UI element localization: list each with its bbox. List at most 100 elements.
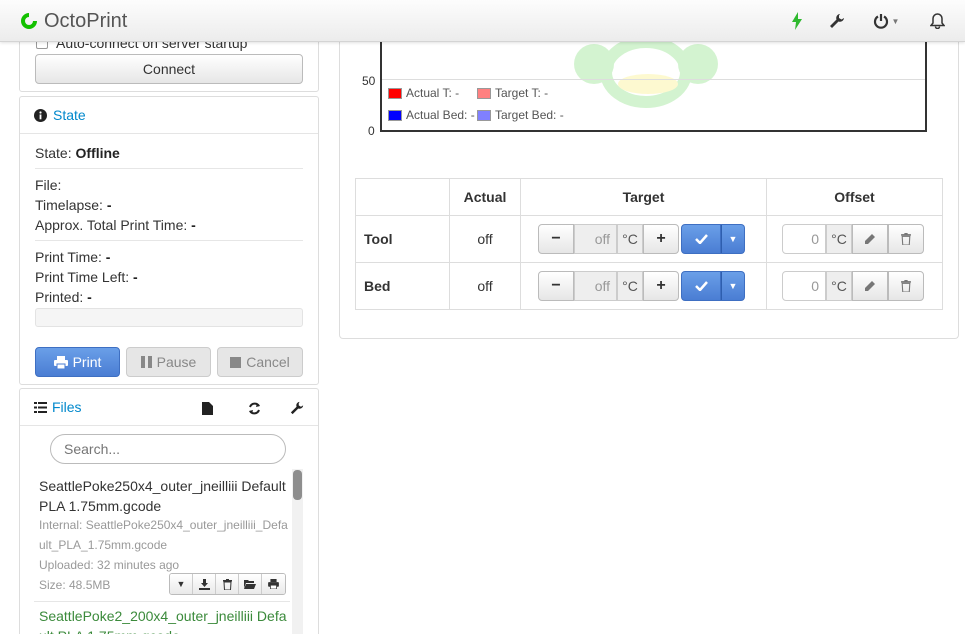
cancel-label: Cancel (246, 354, 290, 370)
pause-button[interactable]: Pause (126, 347, 211, 377)
divider (34, 601, 290, 602)
bed-target-unit: °C (617, 271, 643, 301)
bed-decrement-button[interactable]: − (538, 271, 574, 301)
state-timelapse: Timelapse: - (35, 197, 112, 213)
plus-icon: + (656, 277, 666, 294)
state-status: State: Offline (35, 145, 120, 161)
delete-file-button[interactable] (216, 574, 239, 594)
legend-target-tool: Target T: - (477, 86, 548, 100)
print-icon (53, 355, 68, 369)
download-file-button[interactable] (193, 574, 216, 594)
brand-name: OctoPrint (44, 9, 128, 32)
legend-target-bed: Target Bed: - (477, 108, 564, 122)
state-title: State (53, 107, 86, 123)
bed-target-input[interactable]: off (574, 271, 617, 301)
legend-actual-bed: Actual Bed: - (388, 108, 475, 122)
tool-set-target-button[interactable] (681, 224, 721, 254)
wrench-icon[interactable] (290, 401, 304, 415)
cancel-button[interactable]: Cancel (217, 347, 303, 377)
scrollbar-thumb[interactable] (293, 470, 302, 500)
bed-edit-offset-button[interactable] (852, 271, 888, 301)
print-file-button[interactable] (262, 574, 285, 594)
sidebar: Auto-connect on server startup Connect S… (19, 42, 319, 634)
tool-decrement-button[interactable]: − (538, 224, 574, 254)
trash-icon (901, 233, 911, 245)
y-tick-label: 50 (362, 74, 376, 88)
file-item-name[interactable]: SeattlePoke2_200x4_outer_jneilliii Defau… (39, 606, 289, 634)
bed-increment-button[interactable]: + (643, 271, 679, 301)
tool-target-input[interactable]: off (574, 224, 617, 254)
header-offset: Offset (766, 178, 943, 216)
bed-offset-input[interactable]: 0 (782, 271, 826, 301)
stop-icon (230, 356, 242, 368)
pause-icon (140, 356, 152, 368)
plus-icon: + (656, 230, 666, 247)
autoconnect-row[interactable]: Auto-connect on server startup (36, 42, 247, 51)
header-empty (355, 178, 450, 216)
autoconnect-label: Auto-connect on server startup (56, 42, 248, 51)
bed-reset-offset-button[interactable] (888, 271, 924, 301)
minus-icon: − (551, 277, 561, 294)
tool-offset-control: 0 °C (782, 224, 924, 254)
trash-icon (222, 578, 232, 590)
legend-swatch (388, 87, 402, 99)
tool-target-dropdown[interactable]: ▼ (721, 224, 745, 254)
expand-file-button[interactable]: ▼ (170, 574, 193, 594)
print-button[interactable]: Print (35, 347, 120, 377)
autoconnect-checkbox[interactable] (36, 42, 48, 49)
chevron-down-icon: ▼ (728, 234, 738, 244)
bed-target-control: − off °C + ▼ (538, 271, 745, 301)
tool-offset-unit: °C (826, 224, 852, 254)
file-icon[interactable] (202, 402, 213, 415)
state-panel-header[interactable]: State (20, 97, 318, 134)
bed-offset-unit: °C (826, 271, 852, 301)
y-tick-label: 0 (368, 124, 375, 138)
state-value: Offline (75, 145, 120, 161)
power-menu[interactable]: ▼ (871, 11, 901, 31)
octoprint-logo-icon (21, 13, 37, 29)
bed-set-target-button[interactable] (681, 271, 721, 301)
files-panel-header[interactable]: Files (20, 389, 318, 426)
bed-target-dropdown[interactable]: ▼ (721, 271, 745, 301)
file-item-internal: Internal: SeattlePoke250x4_outer_jneilli… (39, 518, 288, 552)
tool-offset-input[interactable]: 0 (782, 224, 826, 254)
bed-offset-control: 0 °C (782, 271, 924, 301)
legend-swatch (477, 109, 491, 121)
gridline (382, 79, 925, 80)
header-target: Target (520, 178, 767, 216)
actual-value: off (449, 215, 521, 263)
list-icon (34, 401, 47, 413)
file-item-name[interactable]: SeattlePoke250x4_outer_jneilliii Default… (39, 476, 289, 516)
tool-reset-offset-button[interactable] (888, 224, 924, 254)
state-print-time-left: Print Time Left: - (35, 269, 138, 285)
folder-open-icon (244, 580, 256, 589)
chevron-down-icon: ▼ (891, 16, 900, 26)
table-header-row: Actual Target Offset (355, 178, 943, 216)
wrench-icon[interactable] (828, 11, 846, 31)
tool-edit-offset-button[interactable] (852, 224, 888, 254)
print-label: Print (72, 354, 102, 370)
bell-icon[interactable] (928, 11, 946, 31)
brand[interactable]: OctoPrint (18, 8, 127, 34)
file-actions: ▼ (169, 573, 286, 595)
actual-value: off (449, 262, 521, 310)
connect-button[interactable]: Connect (35, 54, 303, 84)
file-search-input[interactable] (50, 434, 286, 464)
refresh-icon[interactable] (248, 402, 261, 415)
tool-increment-button[interactable]: + (643, 224, 679, 254)
print-icon (268, 579, 279, 589)
file-item-size: Size: 48.5MB (39, 578, 111, 592)
power-icon (873, 14, 888, 29)
legend-swatch (388, 109, 402, 121)
chevron-down-icon: ▼ (728, 281, 738, 291)
navbar: OctoPrint ▼ (0, 0, 965, 42)
trash-icon (901, 280, 911, 292)
flash-icon[interactable] (790, 11, 804, 31)
state-print-time: Print Time: - (35, 249, 111, 265)
checkmark-icon (694, 234, 708, 244)
header-actual: Actual (449, 178, 521, 216)
load-file-button[interactable] (239, 574, 262, 594)
legend-actual-tool: Actual T: - (388, 86, 459, 100)
state-approx-time: Approx. Total Print Time: - (35, 217, 196, 233)
state-printed: Printed: - (35, 289, 92, 305)
